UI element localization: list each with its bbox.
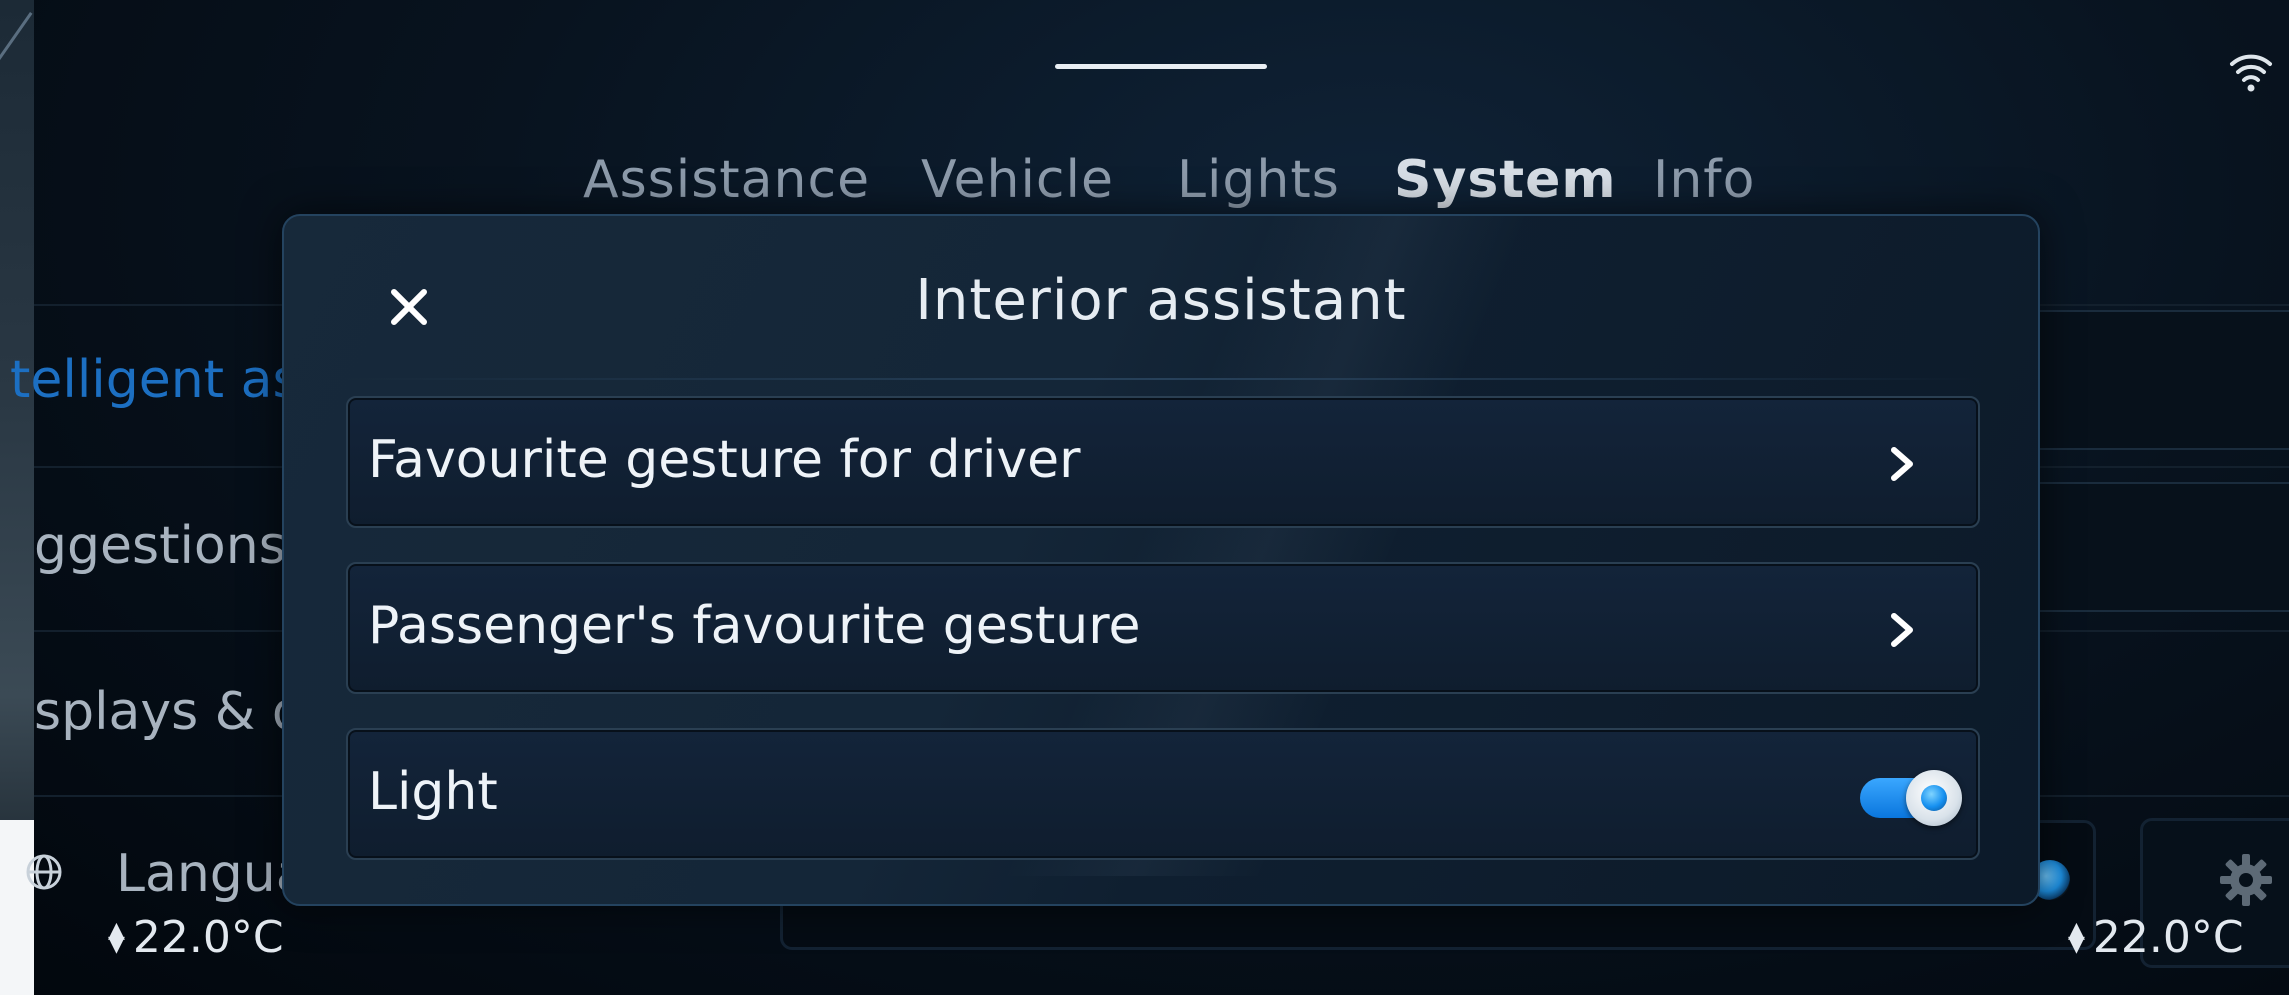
tab-assistance[interactable]: Assistance: [583, 150, 870, 210]
infotainment-screen: Assistance Vehicle Lights System Info te…: [0, 0, 2289, 995]
interior-assistant-dialog: Interior assistant Favourite gesture for…: [282, 214, 2040, 906]
light-toggle[interactable]: [1860, 768, 1962, 826]
left-temperature-value: 22.0°C: [132, 912, 284, 963]
row-label: Light: [368, 762, 498, 822]
row-label: Passenger's favourite gesture: [368, 596, 1141, 656]
gear-icon[interactable]: [2218, 852, 2274, 908]
bezel-highlight: [0, 820, 34, 995]
row-label: Favourite gesture for driver: [368, 430, 1081, 490]
tab-info[interactable]: Info: [1653, 150, 1755, 210]
left-temperature[interactable]: ▲ ▼ 22.0°C: [108, 912, 284, 963]
chevron-right-icon: [1891, 447, 1913, 481]
globe-icon: [26, 854, 62, 890]
wifi-icon: [2230, 54, 2272, 92]
dialog-title: Interior assistant: [915, 268, 1407, 333]
pull-down-handle[interactable]: [1055, 64, 1267, 69]
background-panel: [2030, 482, 2289, 612]
top-tab-bar: Assistance Vehicle Lights System Info: [0, 150, 2289, 220]
title-divider: [344, 378, 1984, 380]
row-light: Light: [346, 728, 1980, 860]
row-passenger-gesture[interactable]: Passenger's favourite gesture: [346, 562, 1980, 694]
row-driver-gesture[interactable]: Favourite gesture for driver: [346, 396, 1980, 528]
corner-line: [0, 12, 33, 80]
background-panel: [2030, 310, 2289, 450]
tab-lights[interactable]: Lights: [1177, 150, 1340, 210]
temperature-arrows-icon: ▲ ▼: [2068, 917, 2085, 957]
list-item-suggestions[interactable]: ggestions: [34, 516, 286, 576]
tab-vehicle[interactable]: Vehicle: [921, 150, 1114, 210]
right-temperature-value: 22.0°C: [2092, 912, 2244, 963]
toggle-knob: [1906, 770, 1962, 826]
temperature-arrows-icon: ▲ ▼: [108, 917, 125, 957]
tab-system[interactable]: System: [1394, 150, 1617, 210]
list-item-intelligent-assistant[interactable]: telligent as: [10, 350, 300, 410]
chevron-right-icon: [1891, 613, 1913, 647]
right-temperature[interactable]: ▲ ▼ 22.0°C: [2068, 912, 2244, 963]
